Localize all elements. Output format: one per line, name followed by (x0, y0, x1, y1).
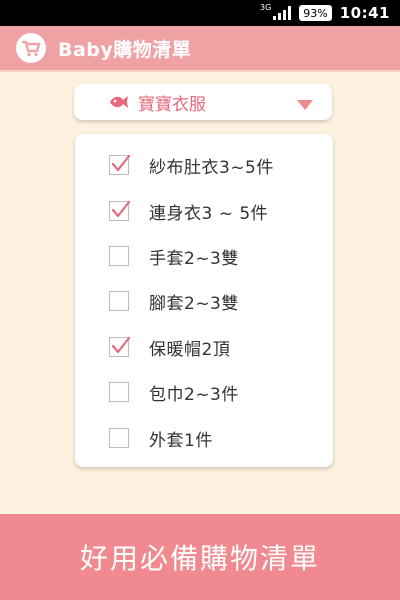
app-bar: Baby購物清單 (0, 26, 400, 72)
checkbox[interactable] (109, 428, 129, 448)
checklist-item-label: 手套2~3雙 (149, 248, 239, 269)
checklist-item-4[interactable]: 保暖帽2頂 (109, 335, 231, 360)
dropdown-arrow-icon[interactable] (296, 96, 314, 115)
checklist-item-1[interactable]: 連身衣3 ~ 5件 (109, 199, 269, 224)
checklist-item-label: 外套1件 (149, 430, 213, 451)
banner-text: 好用必備購物清單 (79, 542, 320, 575)
category-label: 寶寶衣服 (138, 94, 206, 115)
fish-icon (108, 94, 130, 110)
checkbox[interactable] (109, 246, 129, 266)
checklist-item-5[interactable]: 包巾2~3件 (109, 380, 239, 405)
battery-icon: 93% (299, 5, 332, 21)
promo-banner[interactable]: 好用必備購物清單 (0, 514, 400, 600)
network-type: 3G (260, 2, 272, 12)
checklist-item-label: 連身衣3 ~ 5件 (149, 203, 269, 224)
checklist-item-label: 保暖帽2頂 (149, 339, 231, 360)
checkbox[interactable] (109, 154, 131, 175)
checkbox[interactable] (109, 291, 129, 311)
status-bar: 3G 93% 10:41 (0, 0, 400, 26)
status-icons: 3G 93% 10:41 (260, 0, 390, 26)
checkbox[interactable] (109, 200, 131, 221)
checkbox[interactable] (109, 336, 131, 357)
checklist-item-label: 包巾2~3件 (149, 384, 239, 405)
checklist-item-0[interactable]: 紗布肚衣3~5件 (109, 153, 274, 178)
category-dropdown[interactable]: 寶寶衣服 (74, 84, 332, 120)
signal-icon (273, 6, 292, 20)
checklist-item-label: 腳套2~3雙 (149, 293, 239, 314)
checkbox[interactable] (109, 382, 129, 402)
checklist-item-2[interactable]: 手套2~3雙 (109, 244, 239, 269)
cart-icon (16, 33, 46, 63)
app-title: Baby購物清單 (58, 38, 192, 61)
checklist-item-6[interactable]: 外套1件 (109, 426, 213, 451)
checklist-item-3[interactable]: 腳套2~3雙 (109, 289, 239, 314)
checklist-item-label: 紗布肚衣3~5件 (149, 157, 274, 178)
checklist-card: 紗布肚衣3~5件 連身衣3 ~ 5件 手套2~3雙 腳套2~3雙 保暖帽2頂 包… (75, 134, 333, 467)
battery-level: 93% (303, 6, 328, 20)
clock: 10:41 (339, 4, 390, 22)
